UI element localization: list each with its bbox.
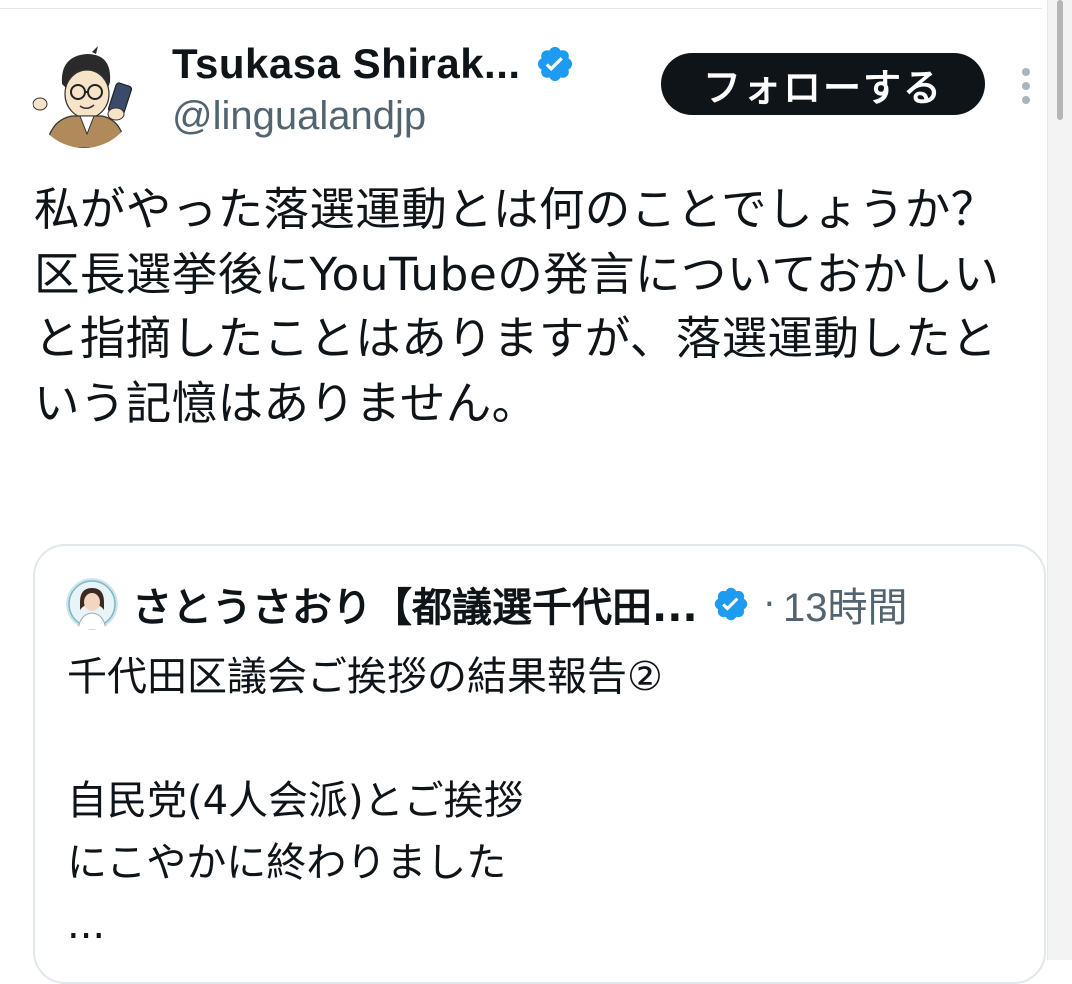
scrollbar-thumb[interactable] [1057, 0, 1063, 120]
follow-button[interactable]: フォローする [661, 53, 985, 115]
quoted-tweet-line: 千代田区議会ご挨拶の結果報告② [67, 654, 663, 700]
more-options-button[interactable] [1012, 64, 1040, 108]
more-vertical-icon [1022, 68, 1030, 104]
separator-dot: · [763, 583, 776, 625]
quoted-tweet-time[interactable]: 13時間 [783, 575, 908, 633]
quoted-tweet-header: さとうさおり【都議選千代田... · 13時間 [66, 576, 908, 632]
verified-badge-icon [535, 44, 575, 84]
tweet-text: 私がやった落選運動とは何のことでしょうか？ 区長選挙後にYouTubeの発言につ… [34, 183, 1043, 430]
quoted-author-avatar[interactable] [66, 578, 118, 630]
author-avatar[interactable] [32, 44, 136, 148]
quoted-tweet-line: 自民党(4人会派)とご挨拶 [67, 778, 524, 824]
author-name-row[interactable]: Tsukasa Shirak... [172, 38, 575, 90]
author-display-name[interactable]: Tsukasa Shirak... [172, 40, 521, 88]
verified-badge-icon [712, 585, 750, 623]
top-divider [0, 8, 1042, 9]
quoted-tweet-line: ... [67, 902, 106, 948]
author-handle[interactable]: @lingualandjp [172, 94, 426, 139]
quoted-tweet-card[interactable]: さとうさおり【都議選千代田... · 13時間 千代田区議会ご挨拶の結果報告② … [33, 544, 1046, 984]
quoted-author-name[interactable]: さとうさおり【都議選千代田... [132, 575, 698, 633]
quoted-tweet-text: 千代田区議会ご挨拶の結果報告② 自民党(4人会派)とご挨拶 にこやかに終わりまし… [67, 646, 1007, 956]
scrollbar[interactable] [1047, 0, 1072, 960]
cartoon-avatar-icon [32, 44, 136, 148]
quoted-tweet-line: にこやかに終わりました [67, 840, 507, 886]
person-avatar-icon [66, 578, 118, 630]
